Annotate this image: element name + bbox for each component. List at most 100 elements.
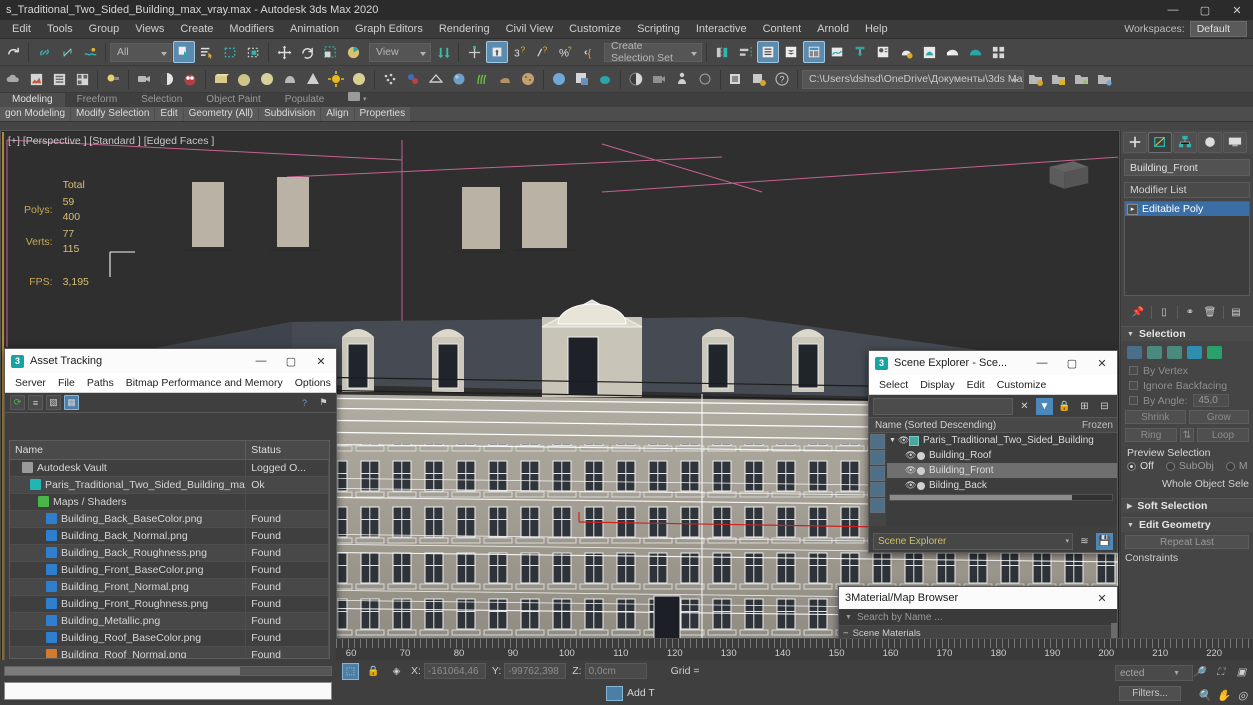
create-tab[interactable] (1123, 132, 1147, 153)
material-browser-titlebar[interactable]: 3 Material/Map Browser ✕ (839, 587, 1117, 609)
close-button[interactable]: ✕ (1221, 0, 1253, 20)
hierarchy-icon[interactable]: ⊞ (1076, 398, 1093, 415)
render-owl-icon[interactable] (179, 68, 201, 90)
scene-menu-edit[interactable]: Edit (961, 375, 991, 395)
eye-icon[interactable]: 👁 (905, 465, 916, 476)
material-search-input[interactable]: Search by Name ... (857, 612, 943, 623)
filter-cameras-icon[interactable] (870, 482, 885, 497)
scene-explorer-name-combo[interactable]: Scene Explorer (873, 533, 1073, 550)
ribbon-tab-freeform[interactable]: Freeform (65, 93, 130, 107)
render-iterative-icon[interactable] (964, 41, 986, 63)
align-icon[interactable] (734, 41, 756, 63)
render-setup-icon[interactable] (895, 41, 917, 63)
modify-tab[interactable] (1148, 132, 1172, 153)
command-panel[interactable]: Building_Front Modifier List ▸ Editable … (1120, 130, 1253, 705)
layer-explorer-icon[interactable] (757, 41, 779, 63)
populate-icon[interactable] (671, 68, 693, 90)
state-sets-icon[interactable] (694, 68, 716, 90)
orbit-icon[interactable]: ◎ (1235, 688, 1250, 703)
snap-toggle-icon[interactable] (486, 41, 508, 63)
pan-icon[interactable]: ✋ (1216, 688, 1231, 703)
clear-search-icon[interactable]: ✕ (1016, 398, 1033, 415)
thumbnail-icon[interactable]: ▧ (46, 395, 61, 410)
add-time-tag[interactable]: Add T (606, 686, 655, 701)
ribbon-panel-geometry-all-[interactable]: Geometry (All) (184, 107, 258, 121)
animal-proxy-icon[interactable] (494, 68, 516, 90)
border-level-icon[interactable] (1167, 346, 1182, 359)
modifier-list-label[interactable]: Modifier List (1124, 182, 1250, 198)
save-explorer-icon[interactable]: 💾 (1096, 533, 1113, 550)
x-coordinate[interactable]: X: -161064,46 (411, 663, 486, 679)
progress-scrollbar[interactable] (4, 666, 332, 676)
menu-item-arnold[interactable]: Arnold (809, 20, 857, 39)
table-row[interactable]: Building_Front_Normal.pngFound (10, 579, 329, 596)
table-row[interactable]: Building_Back_Roughness.pngFound (10, 545, 329, 562)
grow-button[interactable]: Grow (1189, 410, 1250, 424)
open-image-icon[interactable] (25, 68, 47, 90)
menu-item-customize[interactable]: Customize (561, 20, 629, 39)
x-field[interactable]: -161064,46 (424, 663, 486, 679)
ribbon-tab-populate[interactable]: Populate (273, 93, 336, 107)
ribbon-panel-properties[interactable]: Properties (355, 107, 411, 121)
repeat-last-button[interactable]: Repeat Last (1125, 535, 1249, 549)
placement-tool-icon[interactable] (342, 41, 364, 63)
ribbon-panel-align[interactable]: Align (321, 107, 353, 121)
loop-button[interactable]: Loop (1197, 428, 1249, 442)
asset-maximize-button[interactable]: ▢ (276, 349, 306, 373)
menu-item-animation[interactable]: Animation (282, 20, 347, 39)
panel-list-icon[interactable] (48, 68, 70, 90)
project-config-icon[interactable] (1094, 68, 1116, 90)
menu-item-content[interactable]: Content (755, 20, 810, 39)
pyramid-icon[interactable] (302, 68, 324, 90)
maximize-viewport-icon[interactable]: ▣ (1233, 664, 1250, 681)
edit-geometry-rollout-header[interactable]: ▼ Edit Geometry (1121, 517, 1253, 532)
ribbon-tab-object-paint[interactable]: Object Paint (194, 93, 272, 107)
ribbon-options-icon[interactable]: ▾ (336, 92, 378, 107)
select-by-name-icon[interactable] (196, 41, 218, 63)
sun-light-icon[interactable] (325, 68, 347, 90)
ring-button[interactable]: Ring (1125, 428, 1177, 442)
curve-editor-icon[interactable] (826, 41, 848, 63)
ribbon-panel-edit[interactable]: Edit (155, 107, 182, 121)
scene-tree-item[interactable]: ▼👁Paris_Traditional_Two_Sided_Building (887, 433, 1117, 448)
help-icon[interactable]: ? (297, 395, 312, 410)
checkbox-icon[interactable] (1129, 366, 1138, 375)
shrink-button[interactable]: Shrink (1125, 410, 1186, 424)
show-end-result-icon[interactable]: ▯ (1157, 305, 1172, 320)
y-coordinate[interactable]: Y: -99762,398 (492, 663, 566, 679)
menu-item-edit[interactable]: Edit (4, 20, 39, 39)
by-angle-value[interactable]: 45,0 (1193, 394, 1228, 407)
menu-item-modifiers[interactable]: Modifiers (221, 20, 282, 39)
sphere-primitive-icon[interactable] (233, 68, 255, 90)
zoom-icon[interactable]: 🔍 (1197, 688, 1212, 703)
select-object-icon[interactable] (173, 41, 195, 63)
expand-icon[interactable]: ▸ (1127, 204, 1138, 215)
asset-tracking-table[interactable]: Name Status Autodesk VaultLogged O...Par… (10, 441, 329, 659)
scene-tree-item[interactable]: 👁Building_Front (887, 463, 1117, 478)
panel-grid-icon[interactable] (71, 68, 93, 90)
z-field[interactable]: 0,0cm (585, 663, 647, 679)
selection-filter-combo[interactable]: All (110, 43, 172, 62)
select-and-link-icon[interactable] (33, 41, 55, 63)
scene-explorer-filter-rail[interactable] (869, 433, 886, 526)
selection-count-combo[interactable]: ected ▼ (1115, 665, 1193, 681)
percent-snap-icon[interactable]: ? (532, 41, 554, 63)
view-cube[interactable] (1040, 152, 1096, 198)
scene-horizontal-scrollbar[interactable] (889, 494, 1113, 501)
menu-item-create[interactable]: Create (172, 20, 221, 39)
select-and-move-icon[interactable] (273, 41, 295, 63)
hair-fur-icon[interactable] (471, 68, 493, 90)
table-row[interactable]: Building_Front_Roughness.pngFound (10, 596, 329, 613)
asset-menu-options[interactable]: Options (289, 373, 337, 393)
ribbon-tab-selection[interactable]: Selection (129, 93, 194, 107)
column-name[interactable]: Name (10, 441, 246, 460)
table-row[interactable]: Paris_Traditional_Two_Sided_Building_max… (10, 477, 329, 494)
menu-item-civil-view[interactable]: Civil View (498, 20, 561, 39)
atom-helper-icon[interactable] (402, 68, 424, 90)
select-and-manipulate-icon[interactable] (463, 41, 485, 63)
table-row[interactable]: Building_Roof_Normal.pngFound (10, 647, 329, 660)
eye-icon[interactable]: 👁 (905, 480, 916, 491)
asset-menu-file[interactable]: File (52, 373, 81, 393)
lock-icon[interactable]: 🔒 (365, 663, 382, 680)
asset-menu-paths[interactable]: Paths (81, 373, 120, 393)
